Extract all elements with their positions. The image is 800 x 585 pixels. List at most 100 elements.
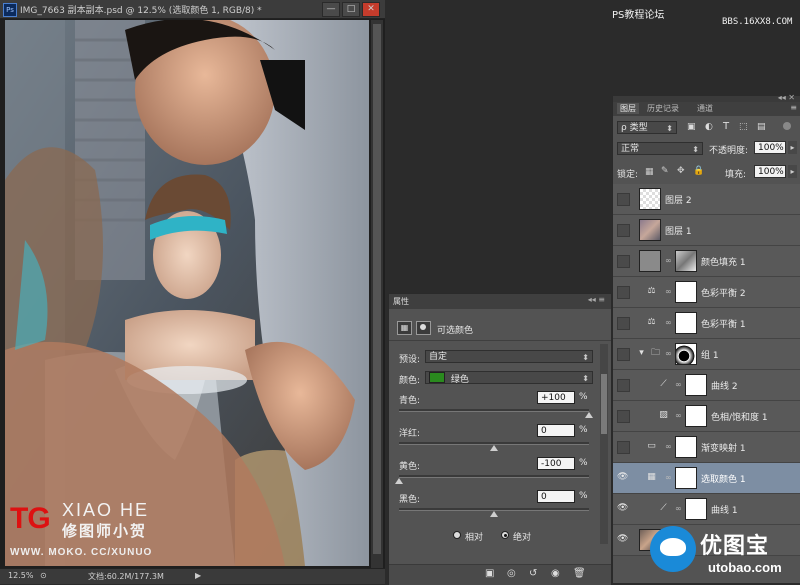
filter-pixel-icon[interactable]: ▣ [687,122,696,132]
lock-all-icon[interactable]: 🔒 [693,166,704,176]
radio-relative[interactable] [453,531,461,539]
link-icon[interactable]: ∞ [675,411,682,420]
status-menu-icon[interactable]: ⊙ [40,571,47,580]
curves-icon[interactable]: ⟋ [657,379,670,390]
reset-icon[interactable]: ↺ [529,568,537,579]
canvas-photo[interactable] [5,20,369,566]
layer-mask-thumbnail[interactable] [685,374,707,396]
link-icon[interactable]: ∞ [675,380,682,389]
lock-brush-icon[interactable]: ✎ [661,166,669,176]
layer-thumbnail[interactable] [639,219,661,241]
layer-mask-thumbnail[interactable] [685,498,707,520]
layer-row[interactable]: ⚖ ∞ 色彩平衡 1 [613,308,800,339]
gradient-map-icon[interactable]: ▭ [645,441,658,452]
filter-adjust-icon[interactable]: ◐ [705,122,713,132]
visibility-toggle[interactable] [617,255,630,268]
slider-value-input[interactable]: +100 [537,391,575,404]
filter-type-icon[interactable]: T [723,121,729,132]
layer-mask-thumbnail[interactable] [675,467,697,489]
layer-filter-dropdown[interactable]: ρ 类型 ⬍ [617,121,677,134]
layer-mask-thumbnail[interactable] [675,436,697,458]
color-dropdown[interactable]: 绿色 ⬍ [425,371,593,385]
layer-mask-thumbnail[interactable] [675,281,697,303]
layer-row[interactable]: ⟋ ∞ 曲线 2 [613,370,800,401]
layer-row[interactable]: ⚖ ∞ 色彩平衡 2 [613,277,800,308]
link-icon[interactable]: ∞ [665,473,672,482]
tab-layers[interactable]: 图层 [617,103,639,114]
selective-color-icon[interactable]: ▦ [645,472,658,483]
group-mask-thumbnail[interactable] [675,343,697,365]
visibility-toggle[interactable] [617,193,630,206]
filter-smart-icon[interactable]: ▤ [757,122,766,132]
link-icon[interactable]: ∞ [675,504,682,513]
radio-absolute[interactable] [501,531,509,539]
layer-row[interactable]: ▭ ∞ 渐变映射 1 [613,432,800,463]
layer-row[interactable]: 👁 ▦ ∞ 选取颜色 1 [613,463,800,494]
maximize-button[interactable]: □ [342,2,360,17]
link-icon[interactable]: ∞ [665,442,672,451]
link-icon[interactable]: ∞ [665,256,672,265]
filter-shape-icon[interactable]: ⬚ [739,122,748,132]
fill-input[interactable]: 100% [754,165,786,178]
status-arrow-icon[interactable]: ▶ [195,571,201,580]
filter-toggle-icon[interactable] [783,122,791,130]
slider-thumb[interactable] [490,445,498,451]
document-title-bar[interactable]: Ps IMG_7663 副本副本.psd @ 12.5% (选取颜色 1, RG… [0,0,385,19]
eye-icon[interactable]: 👁 [617,503,628,514]
fill-arrow-icon[interactable]: ▸ [788,165,797,178]
slider-thumb[interactable] [585,412,593,418]
group-expand-icon[interactable]: ▾ [635,348,648,359]
visibility-icon[interactable]: ◉ [551,568,560,579]
slider-thumb[interactable] [395,478,403,484]
layer-row[interactable]: 图层 1 [613,215,800,246]
slider-value-input[interactable]: -100 [537,457,575,470]
lock-move-icon[interactable]: ✥ [677,166,685,176]
color-balance-icon[interactable]: ⚖ [645,286,658,297]
fill-color-thumbnail[interactable] [639,250,661,272]
layer-row[interactable]: ▾ 🗀 ∞ 组 1 [613,339,800,370]
properties-scrollbar[interactable] [600,344,608,544]
view-previous-icon[interactable]: ◎ [507,568,516,579]
tab-history[interactable]: 历史记录 [647,103,679,114]
layer-row[interactable]: ∞ 颜色填充 1 [613,246,800,277]
slider-thumb[interactable] [490,511,498,517]
curves-icon[interactable]: ⟋ [657,503,670,514]
slider-value-input[interactable]: 0 [537,424,575,437]
layer-mask-thumbnail[interactable] [685,405,707,427]
layer-mask-thumbnail[interactable] [675,250,697,272]
layer-row[interactable]: ▨ ∞ 色相/饱和度 1 [613,401,800,432]
opacity-input[interactable]: 100% [754,141,786,154]
layer-mask-thumbnail[interactable] [675,312,697,334]
layer-thumbnail[interactable] [639,188,661,210]
opacity-arrow-icon[interactable]: ▸ [788,141,797,154]
vertical-scrollbar[interactable] [371,20,383,568]
visibility-toggle[interactable] [617,348,630,361]
visibility-toggle[interactable] [617,224,630,237]
panel-menu-icon[interactable]: ≡ [790,103,797,112]
clip-to-layer-icon[interactable]: ▣ [485,568,494,579]
scrollbar-thumb[interactable] [373,24,381,554]
lock-transparent-icon[interactable]: ▦ [645,167,654,177]
delete-icon[interactable]: 🗑 [573,568,586,579]
eye-icon[interactable]: 👁 [617,472,628,483]
hue-saturation-icon[interactable]: ▨ [657,410,670,421]
color-balance-icon[interactable]: ⚖ [645,317,658,328]
link-icon[interactable]: ∞ [665,349,672,358]
visibility-toggle[interactable] [617,410,630,423]
slider-value-input[interactable]: 0 [537,490,575,503]
panel-collapse-icon[interactable]: ◂◂ ✕ [778,93,795,102]
visibility-toggle[interactable] [617,317,630,330]
minimize-button[interactable]: — [322,2,340,17]
slider-track[interactable] [399,409,589,412]
zoom-level[interactable]: 12.5% [8,571,33,580]
blend-mode-dropdown[interactable]: 正常 ⬍ [617,142,703,155]
tab-properties[interactable]: 属性 [393,296,409,307]
layer-row[interactable]: 👁 ⟋ ∞ 曲线 1 [613,494,800,525]
tab-channels[interactable]: 通道 [697,103,713,114]
folder-icon[interactable]: 🗀 [649,348,662,359]
visibility-toggle[interactable] [617,379,630,392]
eye-icon[interactable]: 👁 [617,534,628,545]
mask-icon[interactable] [416,321,431,335]
layer-row[interactable]: 图层 2 [613,184,800,215]
slider-track[interactable] [399,475,589,478]
